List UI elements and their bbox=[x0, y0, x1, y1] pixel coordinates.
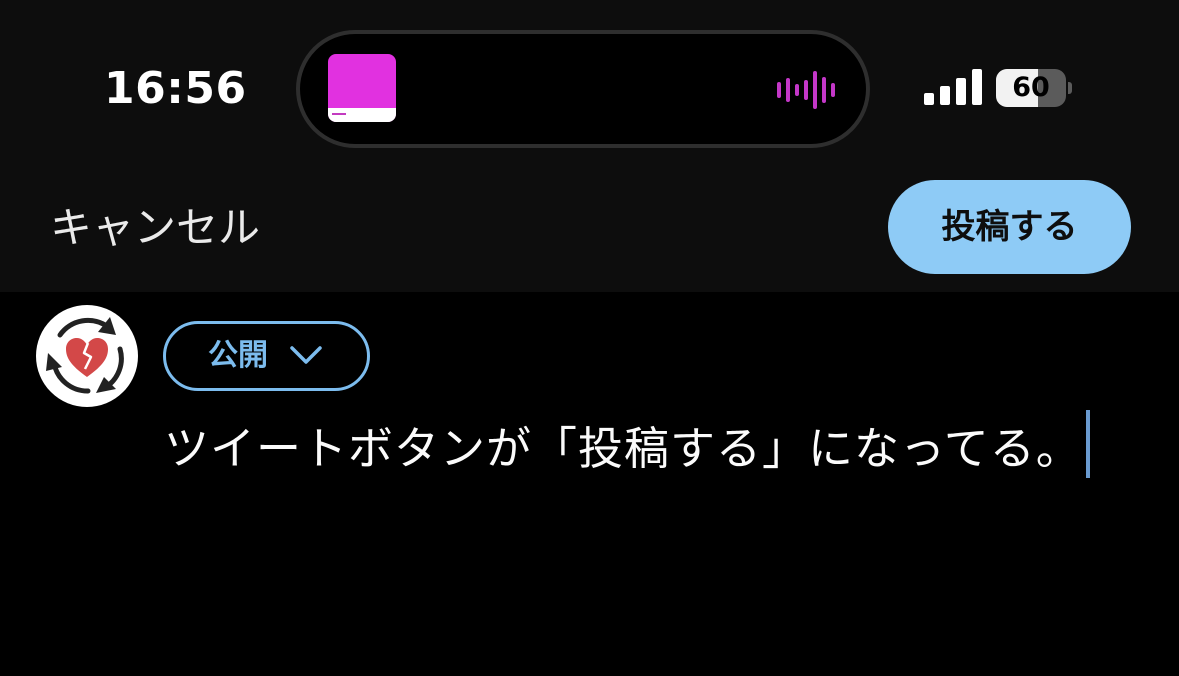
cellular-signal-icon bbox=[924, 69, 982, 105]
audience-selector[interactable]: 公開 bbox=[163, 321, 370, 391]
recycle-heart-icon bbox=[46, 317, 124, 394]
album-art-label-strip bbox=[328, 108, 396, 122]
status-time: 16:56 bbox=[104, 63, 247, 114]
tweet-text-field[interactable]: ツイートボタンが「投稿する」になってる。 bbox=[164, 410, 1154, 481]
audience-label: 公開 bbox=[208, 338, 268, 373]
audio-waveform-icon bbox=[777, 71, 835, 109]
battery-tip bbox=[1068, 82, 1072, 94]
chevron-down-icon bbox=[290, 346, 322, 364]
post-button[interactable]: 投稿する bbox=[888, 180, 1131, 274]
battery-body: 60 bbox=[996, 69, 1066, 107]
battery-level: 60 bbox=[1012, 72, 1050, 103]
tweet-text: ツイートボタンが「投稿する」になってる。 bbox=[164, 422, 1082, 475]
text-cursor bbox=[1085, 410, 1090, 478]
cancel-button[interactable]: キャンセル bbox=[50, 202, 260, 254]
battery-icon: 60 bbox=[996, 69, 1072, 107]
album-art-thumbnail[interactable] bbox=[328, 54, 396, 122]
avatar[interactable] bbox=[36, 305, 138, 407]
